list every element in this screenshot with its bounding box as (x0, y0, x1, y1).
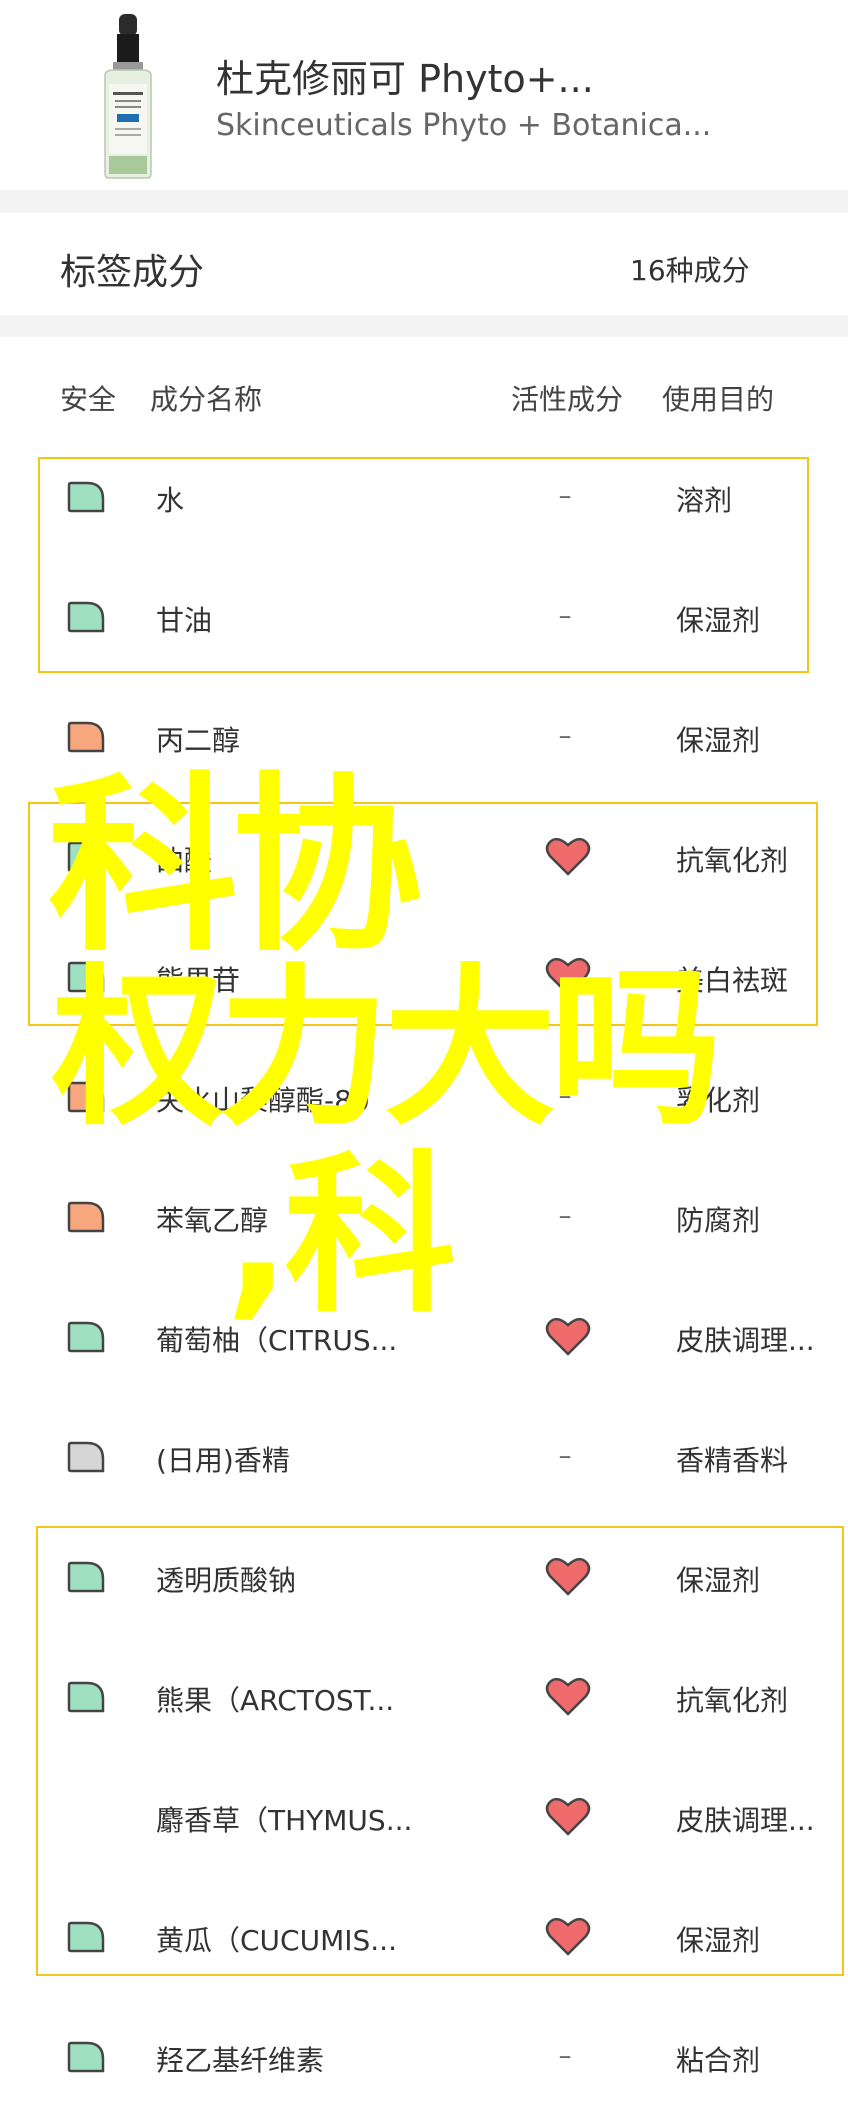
ingredient-usage: 保湿剂 (676, 724, 761, 757)
column-header-usage: 使用目的 (662, 383, 775, 416)
safety-rating-icon (67, 1681, 105, 1713)
ingredient-row[interactable]: 羟乙基纤维素 – 粘合剂 (0, 1997, 848, 2117)
ingredient-usage: 保湿剂 (676, 604, 761, 637)
section-title: 标签成分 (60, 252, 205, 293)
ingredient-name: 甘油 (156, 604, 213, 637)
ingredient-usage: 皮肤调理... (676, 1324, 815, 1357)
safety-rating-icon (67, 2041, 105, 2073)
safety-rating-icon (67, 721, 105, 753)
not-active-dash: – (558, 1441, 572, 1471)
ingredient-row[interactable]: 透明质酸钠 保湿剂 (0, 1517, 848, 1637)
safety-rating-icon (67, 1321, 105, 1353)
ingredient-usage: 保湿剂 (676, 1924, 761, 1957)
heart-icon (545, 1917, 591, 1956)
overlay-text-line2: 权力大吗 (52, 948, 722, 1149)
ingredient-name: 丙二醇 (156, 724, 241, 757)
ingredient-usage: 溶剂 (676, 484, 733, 517)
not-active-dash: – (558, 601, 572, 631)
column-header-safety: 安全 (60, 383, 117, 416)
ingredient-row[interactable]: 甘油 – 保湿剂 (0, 557, 848, 677)
safety-rating-icon (67, 601, 105, 633)
ingredient-count: 16种成分 (630, 254, 750, 287)
product-title: 杜克修丽可 Phyto+... (216, 57, 594, 101)
product-header[interactable]: 杜克修丽可 Phyto+... Skinceuticals Phyto + Bo… (0, 0, 848, 190)
ingredient-usage: 防腐剂 (676, 1204, 761, 1237)
safety-rating-icon (67, 1441, 105, 1473)
ingredient-name: (日用)香精 (156, 1444, 290, 1477)
overlay-text-line3: ,科 (225, 1135, 456, 1336)
ingredient-name: 黄瓜（CUCUMIS... (156, 1924, 397, 1957)
heart-icon (545, 1677, 591, 1716)
safety-rating-icon (67, 1921, 105, 1953)
ingredient-usage: 香精香料 (676, 1444, 789, 1477)
not-active-dash: – (558, 1201, 572, 1231)
ingredient-row[interactable]: 黄瓜（CUCUMIS... 保湿剂 (0, 1877, 848, 1997)
heart-icon (545, 1317, 591, 1356)
not-active-dash: – (558, 481, 572, 511)
ingredient-usage: 抗氧化剂 (676, 844, 789, 877)
ingredient-row[interactable]: 水 – 溶剂 (0, 437, 848, 557)
not-active-dash: – (558, 2041, 572, 2071)
ingredient-name: 羟乙基纤维素 (156, 2044, 325, 2077)
safety-rating-icon (67, 1201, 105, 1233)
ingredient-name: 麝香草（THYMUS... (156, 1804, 413, 1837)
product-subtitle: Skinceuticals Phyto + Botanica... (216, 108, 712, 143)
divider (0, 315, 848, 337)
ingredient-usage: 粘合剂 (676, 2044, 761, 2077)
ingredient-usage: 保湿剂 (676, 1564, 761, 1597)
ingredient-name: 水 (156, 484, 185, 517)
ingredient-name: 熊果（ARCTOST... (156, 1684, 395, 1717)
heart-icon (545, 837, 591, 876)
serum-bottle-image (104, 14, 152, 179)
ingredient-usage: 抗氧化剂 (676, 1684, 789, 1717)
ingredients-section-header[interactable]: 标签成分 16种成分 (0, 213, 848, 315)
ingredient-row[interactable]: (日用)香精 – 香精香料 (0, 1397, 848, 1517)
ingredient-row[interactable]: 熊果（ARCTOST... 抗氧化剂 (0, 1637, 848, 1757)
column-header-active: 活性成分 (511, 383, 624, 416)
divider (0, 190, 848, 213)
ingredient-row[interactable]: 麝香草（THYMUS... 皮肤调理... (0, 1757, 848, 1877)
not-active-dash: – (558, 721, 572, 751)
column-header-name: 成分名称 (150, 383, 263, 416)
overlay-text-line1: 科协 (48, 756, 422, 977)
safety-rating-icon (67, 1561, 105, 1593)
ingredient-usage: 皮肤调理... (676, 1804, 815, 1837)
heart-icon (545, 1797, 591, 1836)
safety-rating-icon (67, 481, 105, 513)
heart-icon (545, 1557, 591, 1596)
ingredient-name: 透明质酸钠 (156, 1564, 297, 1597)
